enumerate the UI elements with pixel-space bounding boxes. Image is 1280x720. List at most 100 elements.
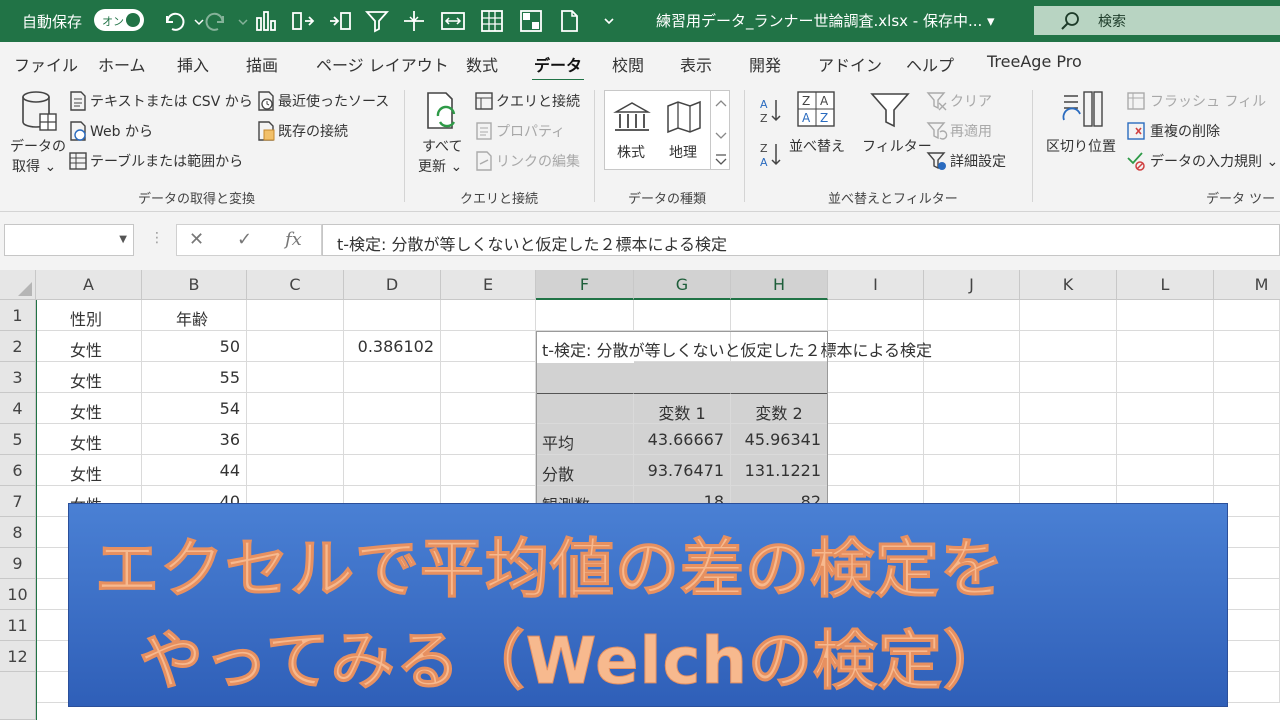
grid-cell[interactable]: [536, 300, 634, 331]
cell-H6[interactable]: 131.1221: [731, 455, 828, 486]
cell-A5[interactable]: 女性: [36, 424, 142, 455]
column-header-selected[interactable]: F: [536, 270, 634, 300]
grid-cell[interactable]: [924, 455, 1020, 486]
cell-D2[interactable]: 0.386102: [344, 331, 441, 362]
grid-cell[interactable]: [1117, 455, 1214, 486]
grid-cell[interactable]: [924, 300, 1020, 331]
column-header[interactable]: K: [1020, 270, 1117, 300]
grid-cell[interactable]: [1214, 424, 1280, 455]
grid-cell[interactable]: [344, 455, 441, 486]
clear-button[interactable]: クリア: [950, 91, 992, 111]
grid-cell[interactable]: [344, 362, 441, 393]
geography-icon[interactable]: [664, 100, 704, 134]
grid-cell[interactable]: [1020, 331, 1117, 362]
grid-cell[interactable]: [731, 300, 828, 331]
from-text-csv[interactable]: テキストまたは CSV から: [90, 91, 253, 111]
grid-cell[interactable]: [828, 300, 924, 331]
row-header[interactable]: 5: [0, 424, 36, 455]
tab-developer[interactable]: 開発: [749, 52, 781, 76]
column-header[interactable]: A: [36, 270, 142, 300]
properties-button[interactable]: プロパティ: [496, 121, 565, 141]
row-header[interactable]: 8: [0, 517, 36, 548]
fx-icon[interactable]: fx: [285, 229, 302, 250]
search-box[interactable]: 検索: [1034, 6, 1280, 35]
grid-cell[interactable]: [247, 331, 344, 362]
grid-cell[interactable]: [1020, 455, 1117, 486]
grid-cell[interactable]: [828, 362, 924, 393]
tab-addins[interactable]: アドイン: [818, 52, 882, 76]
stocks-icon[interactable]: [612, 100, 652, 134]
cell-H4[interactable]: 変数 2: [731, 393, 828, 424]
grid-cell[interactable]: [247, 300, 344, 331]
grid-cell[interactable]: [828, 424, 924, 455]
grid-cell[interactable]: [441, 362, 536, 393]
grid-cell[interactable]: [1214, 300, 1280, 331]
row-header[interactable]: 7: [0, 486, 36, 517]
tab-view[interactable]: 表示: [680, 52, 712, 76]
row-header[interactable]: 10: [0, 579, 36, 610]
grid-cell[interactable]: [344, 393, 441, 424]
text-to-columns-button[interactable]: 区切り位置: [1046, 136, 1116, 156]
tab-file[interactable]: ファイル: [14, 52, 78, 76]
grid-cell[interactable]: [1020, 393, 1117, 424]
customize-qat-icon[interactable]: [596, 8, 614, 34]
edit-links-button[interactable]: リンクの編集: [496, 151, 580, 171]
grid-cell[interactable]: [1214, 362, 1280, 393]
sort-button[interactable]: 並べ替え: [789, 136, 845, 156]
freeze-panes-icon[interactable]: [401, 8, 427, 34]
cell-A2[interactable]: 女性: [36, 331, 142, 362]
grid-cell[interactable]: [247, 362, 344, 393]
get-data-label-2[interactable]: 取得 ⌄: [12, 156, 56, 176]
row-header[interactable]: 1: [0, 300, 36, 331]
select-all-corner[interactable]: [0, 270, 36, 300]
recent-sources[interactable]: 最近使ったソース: [278, 91, 389, 111]
undo-dropdown-icon[interactable]: [186, 8, 204, 34]
cell-F5[interactable]: 平均: [536, 424, 634, 455]
gallery-scroll[interactable]: [710, 90, 730, 170]
enter-icon[interactable]: ✓: [237, 229, 252, 250]
grid-cell[interactable]: [441, 455, 536, 486]
reapply-button[interactable]: 再適用: [950, 121, 992, 141]
insert-columns-icon[interactable]: [290, 8, 316, 34]
tab-review[interactable]: 校閲: [612, 52, 644, 76]
row-header[interactable]: 2: [0, 331, 36, 362]
grid-cell[interactable]: [1214, 331, 1280, 362]
tab-formulas[interactable]: 数式: [466, 52, 498, 76]
from-table-range[interactable]: テーブルまたは範囲から: [90, 151, 243, 171]
grid-cell[interactable]: [1117, 362, 1214, 393]
tab-treeage[interactable]: TreeAge Pro: [987, 52, 1082, 71]
cell-A6[interactable]: 女性: [36, 455, 142, 486]
cell-A3[interactable]: 女性: [36, 362, 142, 393]
row-header[interactable]: 9: [0, 548, 36, 579]
queries-connections-button[interactable]: クエリと接続: [496, 91, 580, 111]
cell-F4[interactable]: [536, 393, 634, 424]
redo-icon[interactable]: [204, 8, 230, 34]
get-data-label-1[interactable]: データの: [10, 136, 66, 156]
row-header[interactable]: 6: [0, 455, 36, 486]
row-header[interactable]: 11: [0, 610, 36, 641]
cell-H5[interactable]: 45.96341: [731, 424, 828, 455]
cell-B1[interactable]: 年齢: [142, 300, 247, 331]
refresh-all-label-1[interactable]: すべて: [422, 136, 462, 156]
flash-fill-button[interactable]: フラッシュ フィル: [1150, 91, 1266, 111]
cell-A4[interactable]: 女性: [36, 393, 142, 424]
cell-B6[interactable]: 44: [142, 455, 247, 486]
grid-cell[interactable]: [1214, 393, 1280, 424]
grid-cell[interactable]: [441, 300, 536, 331]
grid-cell[interactable]: [1020, 362, 1117, 393]
column-header[interactable]: C: [247, 270, 344, 300]
grid-cell[interactable]: [344, 300, 441, 331]
grid-cell[interactable]: [247, 424, 344, 455]
cell-B5[interactable]: 36: [142, 424, 247, 455]
grid-cell[interactable]: [634, 300, 731, 331]
name-box[interactable]: ▼: [4, 224, 134, 256]
formula-bar-grip-icon[interactable]: ⋮: [150, 230, 164, 246]
cell-F6[interactable]: 分散: [536, 455, 634, 486]
merge-cells-icon[interactable]: [440, 8, 466, 34]
filter-button[interactable]: フィルター: [862, 136, 932, 156]
from-web[interactable]: Web から: [90, 121, 153, 141]
new-file-icon[interactable]: [556, 8, 582, 34]
row-header[interactable]: [0, 672, 36, 720]
tab-insert[interactable]: 挿入: [177, 52, 209, 76]
cancel-icon[interactable]: ✕: [189, 229, 204, 250]
